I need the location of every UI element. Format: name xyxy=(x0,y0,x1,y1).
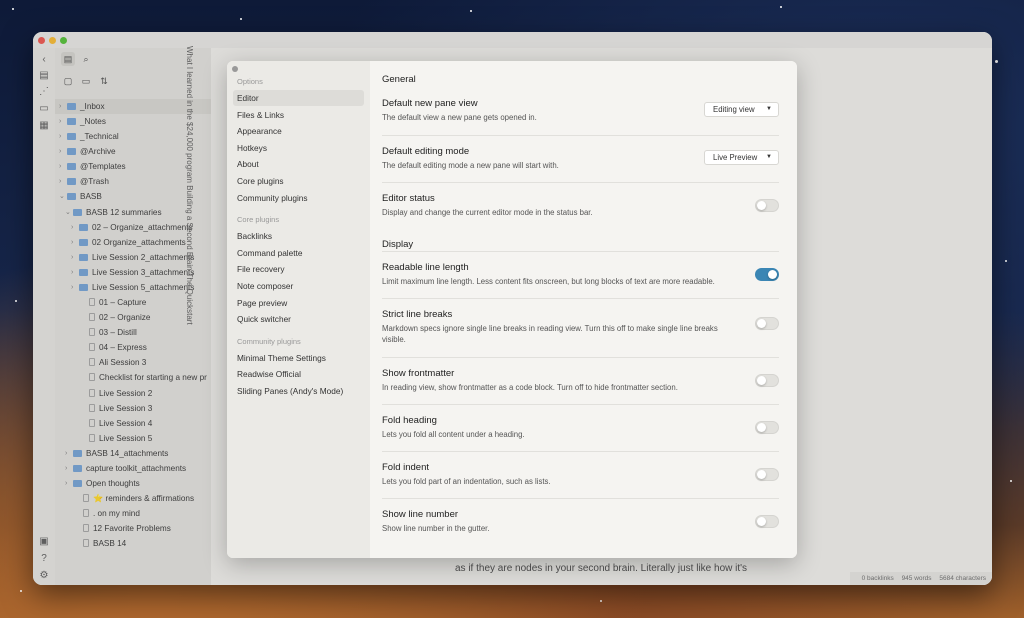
settings-nav-backlinks[interactable]: Backlinks xyxy=(233,228,364,244)
setting-name: Default editing mode xyxy=(382,146,470,157)
settings-nav-hotkeys[interactable]: Hotkeys xyxy=(233,140,364,156)
nav-section-heading: Core plugins xyxy=(237,215,280,225)
star xyxy=(995,60,998,63)
star xyxy=(780,6,782,8)
toggle-knob xyxy=(757,423,766,432)
setting-name: Default new pane view xyxy=(382,98,478,109)
settings-nav-command-palette[interactable]: Command palette xyxy=(233,245,364,261)
settings-nav-sliding-panes-andy-s-mode-[interactable]: Sliding Panes (Andy's Mode) xyxy=(233,383,364,399)
setting-description: Show line number in the gutter. xyxy=(382,524,490,533)
settings-nav-about[interactable]: About xyxy=(233,156,364,172)
settings-content: General Default new pane view The default … xyxy=(370,61,797,558)
dropdown-value: Live Preview xyxy=(713,153,758,162)
setting-toggle[interactable] xyxy=(755,317,779,330)
setting-row: Fold heading Lets you fold all content un… xyxy=(382,404,779,451)
setting-description: Markdown specs ignore single line breaks… xyxy=(382,324,718,344)
star xyxy=(240,18,242,20)
setting-row: Editor status Display and change the curr… xyxy=(382,182,779,229)
nav-section-heading: Options xyxy=(237,77,263,86)
settings-nav-file-recovery[interactable]: File recovery xyxy=(233,261,364,277)
setting-name: Fold heading xyxy=(382,415,437,426)
setting-row: Default new pane view The default view a … xyxy=(382,88,779,135)
toggle-knob xyxy=(757,376,766,385)
setting-name: Show frontmatter xyxy=(382,368,455,379)
setting-toggle[interactable] xyxy=(755,268,779,281)
setting-name: Show line number xyxy=(382,509,459,520)
setting-row: Strict line breaks Markdown specs ignore … xyxy=(382,298,779,357)
setting-toggle[interactable] xyxy=(755,199,779,212)
settings-nav-core-plugins[interactable]: Core plugins xyxy=(233,173,364,189)
setting-row: Show line number Show line number in the … xyxy=(382,498,779,545)
dropdown-value: Editing view xyxy=(713,105,755,114)
toggle-knob xyxy=(757,470,766,479)
star xyxy=(20,590,22,592)
toggle-knob xyxy=(768,270,777,279)
setting-description: Lets you fold part of an indentation, su… xyxy=(382,477,551,486)
chevron-down-icon: ▼ xyxy=(766,154,772,160)
section-heading-general: General xyxy=(382,74,416,85)
setting-description: Lets you fold all content under a headin… xyxy=(382,430,525,439)
setting-toggle[interactable] xyxy=(755,468,779,481)
setting-description: The default editing mode a new pane will… xyxy=(382,161,559,170)
star xyxy=(600,600,602,602)
setting-description: The default view a new pane gets opened … xyxy=(382,113,537,122)
toggle-knob xyxy=(757,201,766,210)
settings-nav-community-plugins[interactable]: Community plugins xyxy=(233,190,364,206)
setting-description: Limit maximum line length. Less content … xyxy=(382,277,715,286)
setting-row: Default editing mode The default editing … xyxy=(382,135,779,182)
nav-section-heading: Community plugins xyxy=(237,336,301,346)
setting-name: Readable line length xyxy=(382,262,469,273)
setting-dropdown[interactable]: Editing view ▼ xyxy=(704,102,779,117)
settings-nav-appearance[interactable]: Appearance xyxy=(233,123,364,139)
settings-nav-quick-switcher[interactable]: Quick switcher xyxy=(233,311,364,327)
setting-toggle[interactable] xyxy=(755,515,779,528)
setting-toggle[interactable] xyxy=(755,374,779,387)
star xyxy=(470,10,472,12)
setting-description: In reading view, show frontmatter as a c… xyxy=(382,383,678,392)
settings-nav-files-links[interactable]: Files & Links xyxy=(233,107,364,123)
chevron-down-icon: ▼ xyxy=(766,106,772,112)
settings-nav-editor[interactable]: Editor xyxy=(233,90,364,106)
settings-nav-minimal-theme-settings[interactable]: Minimal Theme Settings xyxy=(233,350,364,366)
settings-modal: Options Editor Files & Links Appearance Hotk… xyxy=(227,61,797,558)
setting-description: Display and change the current editor mo… xyxy=(382,208,593,217)
section-heading-display: Display xyxy=(382,239,414,250)
close-icon[interactable] xyxy=(232,66,238,72)
setting-toggle[interactable] xyxy=(755,421,779,434)
settings-nav-note-composer[interactable]: Note composer xyxy=(233,278,364,294)
star xyxy=(1010,480,1012,482)
setting-row: Fold indent Lets you fold part of an inde… xyxy=(382,451,779,498)
settings-nav-readwise-official[interactable]: Readwise Official xyxy=(233,366,364,382)
toggle-knob xyxy=(757,517,766,526)
setting-name: Editor status xyxy=(382,193,435,204)
setting-row: Show frontmatter In reading view, show fr… xyxy=(382,357,779,404)
star xyxy=(1005,260,1007,262)
star xyxy=(15,300,17,302)
star xyxy=(12,8,14,10)
setting-dropdown[interactable]: Live Preview ▼ xyxy=(704,150,779,165)
setting-name: Fold indent xyxy=(382,462,430,473)
setting-row: Readable line length Limit maximum line l… xyxy=(382,251,779,298)
settings-nav-page-preview[interactable]: Page preview xyxy=(233,295,364,311)
setting-name: Strict line breaks xyxy=(382,309,453,320)
settings-nav: Options Editor Files & Links Appearance Hotk… xyxy=(227,61,370,558)
toggle-knob xyxy=(757,319,766,328)
